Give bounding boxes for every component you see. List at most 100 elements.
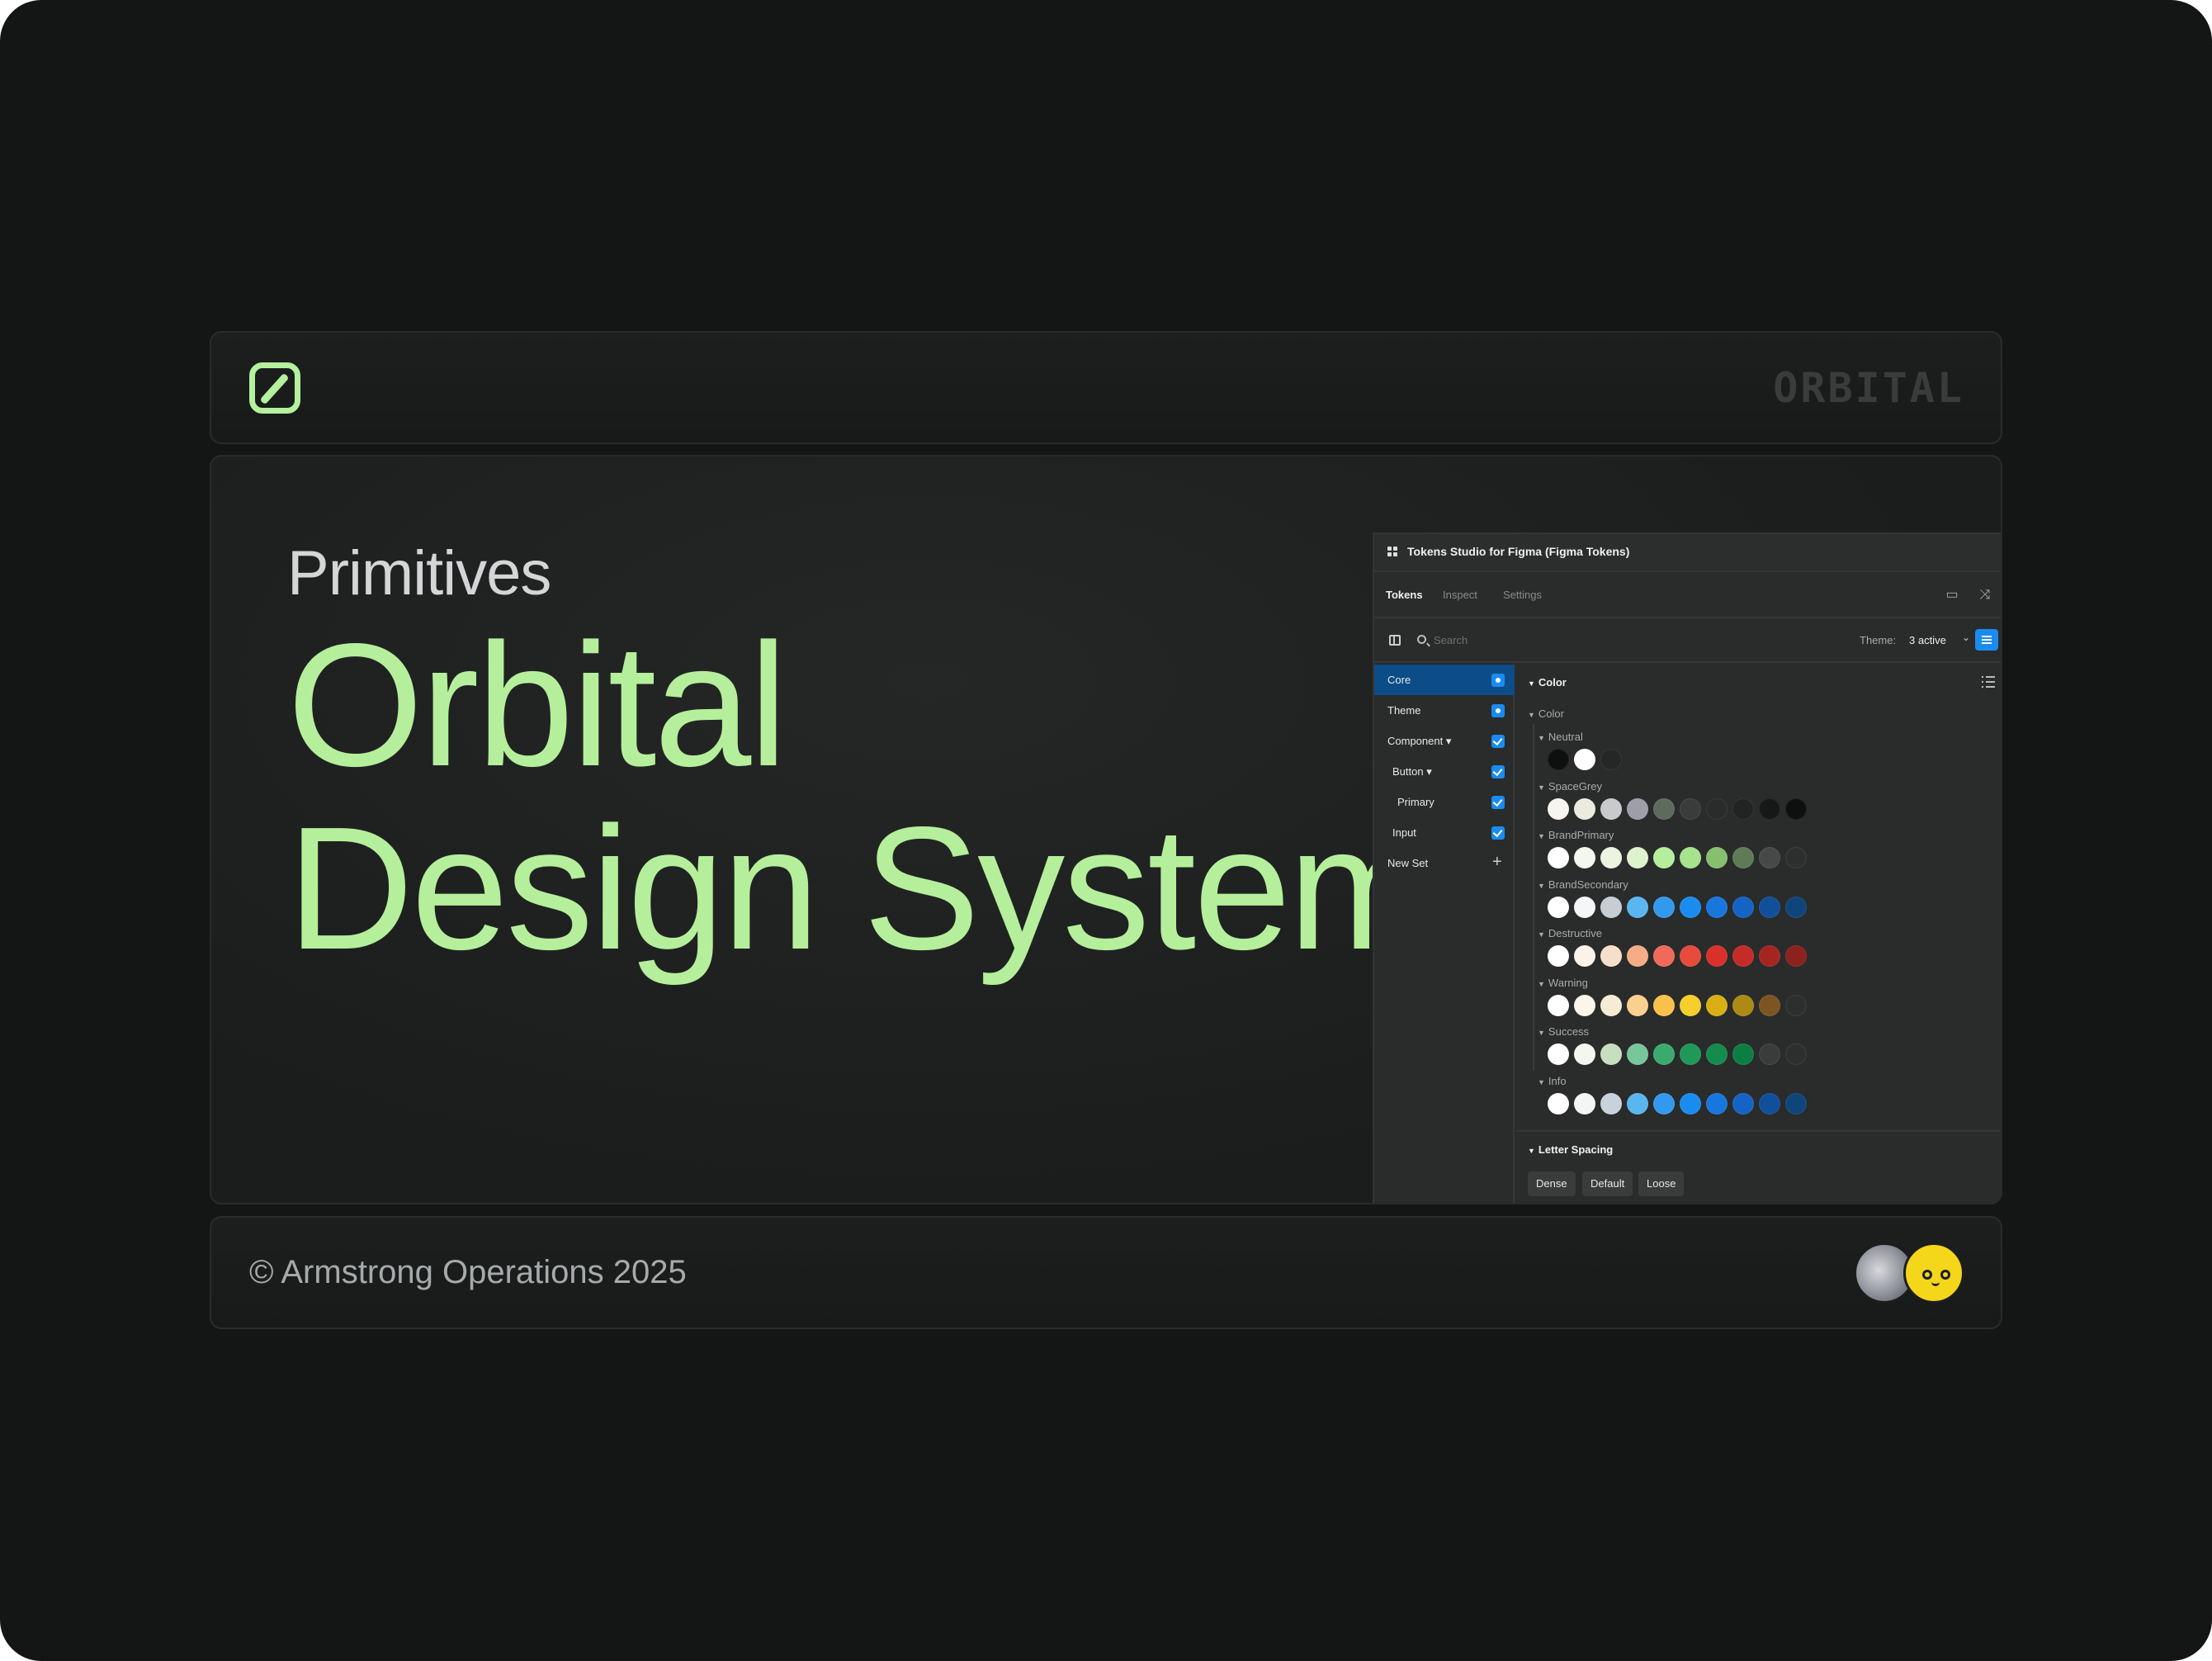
color-swatch[interactable] [1574, 847, 1595, 868]
color-swatch[interactable] [1785, 945, 1807, 967]
color-swatch[interactable] [1600, 896, 1622, 918]
color-group-header[interactable]: ▼ SpaceGrey [1538, 780, 1602, 793]
color-swatch[interactable] [1785, 1043, 1807, 1065]
color-swatch[interactable] [1548, 1043, 1569, 1065]
color-swatch[interactable] [1759, 847, 1780, 868]
shuffle-icon[interactable]: ⤨ [1977, 587, 1993, 603]
color-swatch[interactable] [1759, 1043, 1780, 1065]
color-swatch[interactable] [1548, 749, 1569, 770]
token-chip-default[interactable]: Default [1582, 1171, 1633, 1196]
color-group-header[interactable]: ▼ Warning [1538, 977, 1588, 989]
color-swatch[interactable] [1759, 945, 1780, 967]
color-swatch[interactable] [1759, 994, 1780, 1016]
color-swatch[interactable] [1600, 797, 1622, 820]
chevron-down-icon[interactable]: ⌄ [1962, 632, 1970, 643]
color-swatch[interactable] [1600, 847, 1622, 868]
theme-select[interactable]: 3 active [1909, 634, 1946, 646]
color-group-header[interactable]: ▼ Neutral [1538, 731, 1583, 743]
color-swatch[interactable] [1548, 994, 1569, 1016]
color-group-header[interactable]: ▼ Info [1538, 1075, 1567, 1087]
color-swatch[interactable] [1680, 1092, 1701, 1114]
color-swatch[interactable] [1653, 994, 1675, 1016]
color-swatch[interactable] [1653, 896, 1675, 918]
color-swatch[interactable] [1732, 994, 1754, 1016]
color-swatch[interactable] [1732, 847, 1754, 868]
color-swatch[interactable] [1627, 896, 1648, 918]
color-swatch[interactable] [1600, 1092, 1622, 1114]
checkbox[interactable] [1491, 765, 1505, 778]
color-swatch[interactable] [1680, 1043, 1701, 1065]
subsection-header-color[interactable]: ▼ Color [1528, 707, 1564, 720]
color-swatch[interactable] [1759, 1092, 1780, 1114]
sidebar-item-input[interactable]: Input [1374, 817, 1515, 848]
color-swatch[interactable] [1574, 749, 1595, 770]
sidebar-item-core[interactable]: Core [1374, 665, 1515, 695]
color-swatch[interactable] [1627, 945, 1648, 967]
color-swatch[interactable] [1574, 1043, 1595, 1065]
token-chip-dense[interactable]: Dense [1528, 1171, 1576, 1196]
color-swatch[interactable] [1732, 896, 1754, 918]
tab-settings[interactable]: Settings [1503, 589, 1542, 601]
color-swatch[interactable] [1627, 797, 1648, 820]
window-icon[interactable]: ▭ [1944, 587, 1960, 603]
search-input[interactable]: Search [1434, 634, 1468, 646]
color-swatch[interactable] [1706, 896, 1728, 918]
color-swatch[interactable] [1548, 1092, 1569, 1114]
checkbox[interactable] [1491, 826, 1505, 840]
checkbox[interactable] [1491, 674, 1505, 687]
plus-icon[interactable]: + [1492, 853, 1502, 872]
color-swatch[interactable] [1600, 945, 1622, 967]
color-swatch[interactable] [1759, 896, 1780, 918]
color-swatch[interactable] [1732, 1043, 1754, 1065]
color-swatch[interactable] [1680, 945, 1701, 967]
color-group-header[interactable]: ▼ Destructive [1538, 927, 1602, 939]
color-swatch[interactable] [1627, 847, 1648, 868]
checkbox[interactable] [1491, 796, 1505, 809]
color-swatch[interactable] [1653, 945, 1675, 967]
checkbox[interactable] [1491, 704, 1505, 717]
sidebar-item-theme[interactable]: Theme [1374, 695, 1515, 726]
color-swatch[interactable] [1680, 847, 1701, 868]
color-swatch[interactable] [1653, 797, 1675, 820]
color-swatch[interactable] [1759, 797, 1780, 820]
color-swatch[interactable] [1653, 1043, 1675, 1065]
section-header-letter-spacing[interactable]: ▼ Letter Spacing [1528, 1143, 1613, 1156]
color-swatch[interactable] [1627, 1043, 1648, 1065]
tab-tokens[interactable]: Tokens [1386, 589, 1423, 601]
color-swatch[interactable] [1785, 847, 1807, 868]
color-swatch[interactable] [1680, 994, 1701, 1016]
color-swatch[interactable] [1785, 896, 1807, 918]
color-swatch[interactable] [1574, 945, 1595, 967]
sidebar-item-button[interactable]: Button ▾ [1374, 756, 1515, 787]
tab-inspect[interactable]: Inspect [1443, 589, 1477, 601]
color-swatch[interactable] [1574, 994, 1595, 1016]
color-swatch[interactable] [1548, 945, 1569, 967]
color-swatch[interactable] [1574, 1092, 1595, 1114]
color-swatch[interactable] [1653, 847, 1675, 868]
sidebar-item-component[interactable]: Component ▾ [1374, 726, 1515, 756]
color-swatch[interactable] [1548, 896, 1569, 918]
color-group-header[interactable]: ▼ BrandSecondary [1538, 878, 1628, 891]
section-header-color[interactable]: ▼ Color [1528, 676, 1567, 689]
color-swatch[interactable] [1627, 1092, 1648, 1114]
sidebar-item-primary[interactable]: Primary [1374, 787, 1515, 817]
color-swatch[interactable] [1706, 994, 1728, 1016]
color-swatch[interactable] [1680, 797, 1701, 820]
color-swatch[interactable] [1732, 797, 1754, 820]
color-swatch[interactable] [1706, 1092, 1728, 1114]
sidebar-item-new-set[interactable]: New Set + [1374, 848, 1515, 878]
color-swatch[interactable] [1574, 896, 1595, 918]
color-swatch[interactable] [1706, 945, 1728, 967]
color-group-header[interactable]: ▼ Success [1538, 1025, 1589, 1038]
color-swatch[interactable] [1785, 1092, 1807, 1114]
checkbox[interactable] [1491, 735, 1505, 748]
color-swatch[interactable] [1548, 847, 1569, 868]
color-swatch[interactable] [1574, 797, 1595, 820]
color-swatch[interactable] [1706, 1043, 1728, 1065]
color-swatch[interactable] [1732, 945, 1754, 967]
color-swatch[interactable] [1680, 896, 1701, 918]
color-swatch[interactable] [1706, 797, 1728, 820]
list-view-button[interactable] [1975, 629, 1998, 651]
color-swatch[interactable] [1653, 1092, 1675, 1114]
color-swatch[interactable] [1785, 994, 1807, 1016]
